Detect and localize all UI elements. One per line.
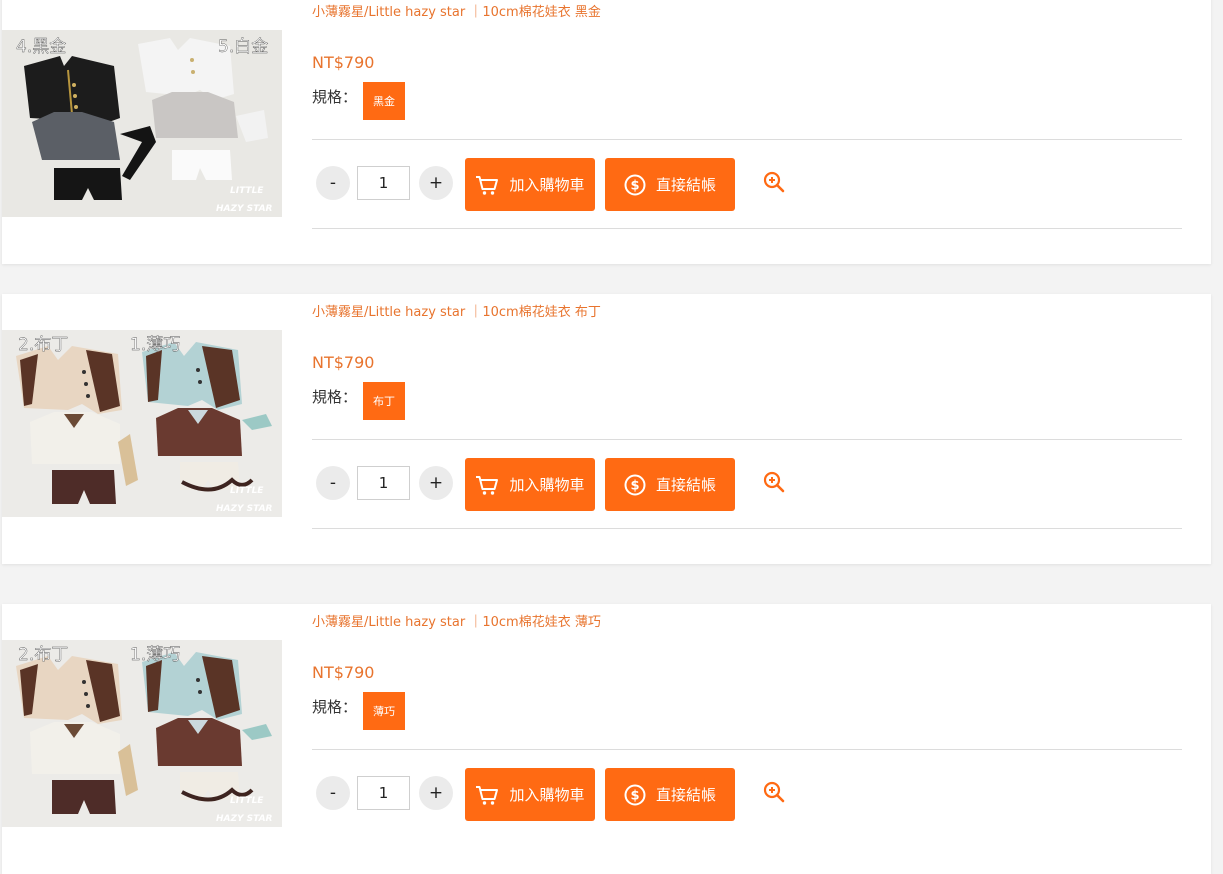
quantity-increase-button[interactable]: + [419, 776, 453, 810]
zoom-in-icon[interactable] [762, 470, 786, 494]
image-label-right: 5.白金 [218, 37, 268, 57]
spec-label: 規格： [312, 88, 358, 106]
checkout-button[interactable]: $ 直接結帳 [605, 158, 735, 211]
image-watermark: HAZY STAR [216, 814, 273, 824]
quantity-input[interactable] [357, 466, 410, 500]
zoom-in-icon[interactable] [762, 170, 786, 194]
checkout-label: 直接結帳 [655, 786, 716, 804]
product-name[interactable]: 小薄霧星/Little hazy star ｜10cm棉花娃衣 薄巧 [312, 611, 601, 630]
product-name[interactable]: 小薄霧星/Little hazy star ｜10cm棉花娃衣 布丁 [312, 301, 601, 320]
image-watermark: HAZY STAR [216, 504, 273, 514]
dollar-coin-icon: $ [624, 174, 646, 195]
product-image[interactable]: 2.布丁 1.薄巧 LITTLE HAZY STAR [2, 330, 282, 517]
product-image[interactable]: 4.黑金 5.白金 LITTLE HAZY STAR [2, 30, 282, 217]
add-to-cart-button[interactable]: 加入購物車 [465, 158, 595, 211]
product-image[interactable]: 2.布丁 1.薄巧 LITTLE HAZY STAR [2, 640, 282, 827]
spec-option[interactable]: 薄巧 [363, 692, 405, 730]
quantity-decrease-button[interactable]: - [316, 166, 350, 200]
svg-text:$: $ [630, 478, 639, 493]
divider [312, 528, 1182, 529]
checkout-label: 直接結帳 [655, 176, 716, 194]
checkout-button[interactable]: $ 直接結帳 [605, 458, 735, 511]
quantity-decrease-button[interactable]: - [316, 776, 350, 810]
quantity-increase-button[interactable]: + [419, 166, 453, 200]
product-price: NT$790 [312, 53, 375, 72]
add-to-cart-button[interactable]: 加入購物車 [465, 458, 595, 511]
product-card: 2.布丁 1.薄巧 LITTLE HAZY STAR 小薄霧星/Little h… [2, 294, 1211, 564]
svg-text:$: $ [630, 788, 639, 803]
add-to-cart-button[interactable]: 加入購物車 [465, 768, 595, 821]
image-label-left: 4.黑金 [16, 37, 66, 57]
divider [312, 228, 1182, 229]
quantity-input[interactable] [357, 776, 410, 810]
image-label-right: 1.薄巧 [130, 335, 180, 355]
product-name[interactable]: 小薄霧星/Little hazy star ｜10cm棉花娃衣 黑金 [312, 1, 601, 20]
add-to-cart-label: 加入購物車 [509, 786, 585, 804]
image-watermark: LITTLE [230, 796, 264, 806]
cart-icon [476, 175, 499, 195]
quantity-input[interactable] [357, 166, 410, 200]
quantity-decrease-button[interactable]: - [316, 466, 350, 500]
image-watermark: LITTLE [230, 486, 264, 496]
add-to-cart-label: 加入購物車 [509, 176, 585, 194]
image-watermark: LITTLE [230, 186, 264, 196]
svg-text:$: $ [630, 178, 639, 193]
quantity-increase-button[interactable]: + [419, 466, 453, 500]
image-label-left: 2.布丁 [18, 645, 68, 665]
divider [312, 439, 1182, 440]
image-watermark: HAZY STAR [216, 204, 273, 214]
checkout-label: 直接結帳 [655, 476, 716, 494]
add-to-cart-label: 加入購物車 [509, 476, 585, 494]
cart-icon [476, 785, 499, 805]
product-price: NT$790 [312, 663, 375, 682]
spec-label: 規格： [312, 388, 358, 406]
zoom-in-icon[interactable] [762, 780, 786, 804]
divider [312, 749, 1182, 750]
image-label-right: 1.薄巧 [130, 645, 180, 665]
spec-option[interactable]: 布丁 [363, 382, 405, 420]
product-card: 2.布丁 1.薄巧 LITTLE HAZY STAR 小薄霧星/Little h… [2, 604, 1211, 874]
product-price: NT$790 [312, 353, 375, 372]
divider [312, 139, 1182, 140]
spec-label: 規格： [312, 698, 358, 716]
product-card: 4.黑金 5.白金 LITTLE HAZY STAR 小薄霧星/Little h… [2, 0, 1211, 264]
image-label-left: 2.布丁 [18, 335, 68, 355]
dollar-coin-icon: $ [624, 784, 646, 805]
dollar-coin-icon: $ [624, 474, 646, 495]
cart-icon [476, 475, 499, 495]
checkout-button[interactable]: $ 直接結帳 [605, 768, 735, 821]
spec-option[interactable]: 黑金 [363, 82, 405, 120]
